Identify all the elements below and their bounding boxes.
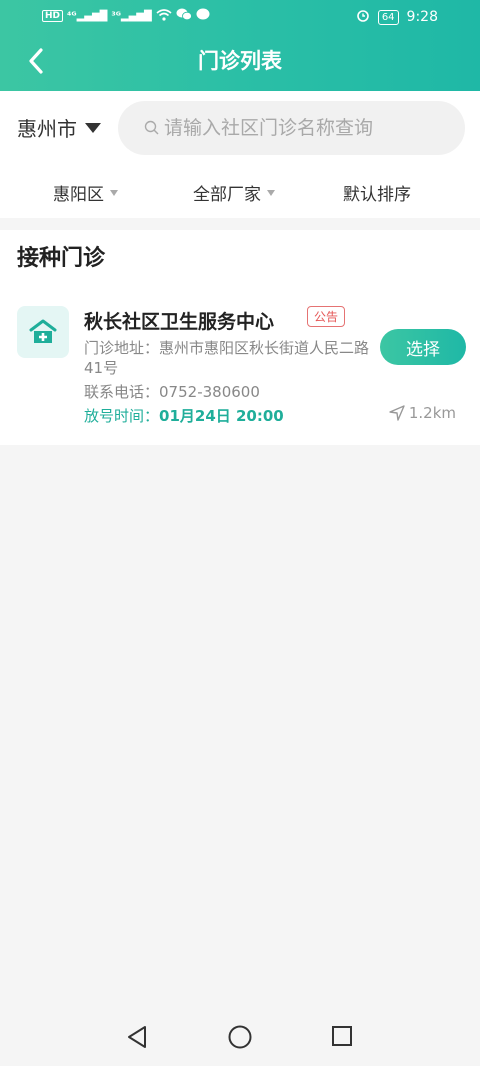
clinic-icon [17, 306, 69, 358]
message-icon [196, 8, 210, 24]
caret-down-icon [267, 189, 275, 196]
hospital-icon [29, 319, 57, 343]
alarm-icon [356, 8, 370, 26]
caret-down-icon [110, 189, 118, 196]
system-nav-bar [0, 1004, 480, 1066]
wifi-icon [156, 8, 172, 24]
notice-badge[interactable]: 公告 [307, 306, 346, 327]
nav-back-button[interactable] [125, 1024, 151, 1050]
phone-label: 联系电话： [84, 383, 160, 401]
district-filter-label: 惠阳区 [53, 185, 104, 205]
nav-recents-button[interactable] [330, 1024, 356, 1050]
district-filter[interactable]: 惠阳区 [53, 180, 118, 205]
clinic-release-time: 放号时间：01月24日 20:00 [84, 405, 284, 426]
section-title: 接种门诊 [17, 246, 106, 271]
clinic-section: 接种门诊 秋长社区卫生服务中心 公告 门诊地址：惠州市惠阳区秋长街道人民二路41… [0, 230, 480, 445]
status-bar: HD ⁴ᴳ▂▄▆█ ³ᴳ▂▄▆█ 64 9:28 [0, 0, 480, 34]
status-right: 64 9:28 [356, 8, 438, 26]
clinic-distance: 1.2km [389, 404, 456, 422]
filter-row: 惠阳区 全部厂家 默认排序 [0, 166, 480, 218]
search-icon [144, 120, 159, 135]
recents-square-icon [332, 1026, 352, 1046]
select-button[interactable]: 选择 [380, 329, 466, 365]
clinic-phone: 联系电话：0752-380600 [84, 381, 260, 402]
manufacturer-filter-label: 全部厂家 [193, 185, 261, 205]
sort-filter[interactable]: 默认排序 [343, 180, 411, 205]
search-input[interactable] [164, 117, 454, 139]
time-value: 01月24日 20:00 [159, 407, 284, 425]
distance-value: 1.2km [408, 404, 456, 422]
clinic-name: 秋长社区卫生服务中心 [84, 311, 275, 333]
battery-icon: 64 [377, 9, 399, 25]
navigation-arrow-icon [389, 405, 405, 421]
phone-value: 0752-380600 [159, 383, 260, 401]
search-box[interactable] [118, 101, 465, 155]
nav-home-button[interactable] [227, 1024, 253, 1050]
address-label: 门诊地址： [84, 339, 160, 357]
signal-3g-icon: ³ᴳ▂▄▆█ [111, 10, 152, 22]
search-row: 惠州市 [0, 91, 480, 166]
wechat-icon [176, 8, 192, 24]
hd-icon: HD [42, 10, 64, 22]
page-title: 门诊列表 [198, 49, 282, 73]
app-header: HD ⁴ᴳ▂▄▆█ ³ᴳ▂▄▆█ 64 9:28 门诊列表 [0, 0, 480, 91]
manufacturer-filter[interactable]: 全部厂家 [193, 180, 275, 205]
clock: 9:28 [406, 9, 438, 25]
back-triangle-icon [128, 1026, 146, 1048]
city-selector[interactable]: 惠州市 [17, 113, 101, 142]
time-label: 放号时间： [84, 407, 160, 425]
sort-filter-label: 默认排序 [343, 185, 411, 205]
home-circle-icon [228, 1025, 252, 1049]
city-label: 惠州市 [17, 117, 77, 141]
clinic-address: 门诊地址：惠州市惠阳区秋长街道人民二路41号 [84, 338, 376, 378]
caret-down-icon [85, 122, 101, 133]
status-left-icons: HD ⁴ᴳ▂▄▆█ ³ᴳ▂▄▆█ [42, 8, 210, 24]
signal-4g-icon: ⁴ᴳ▂▄▆█ [67, 10, 108, 22]
